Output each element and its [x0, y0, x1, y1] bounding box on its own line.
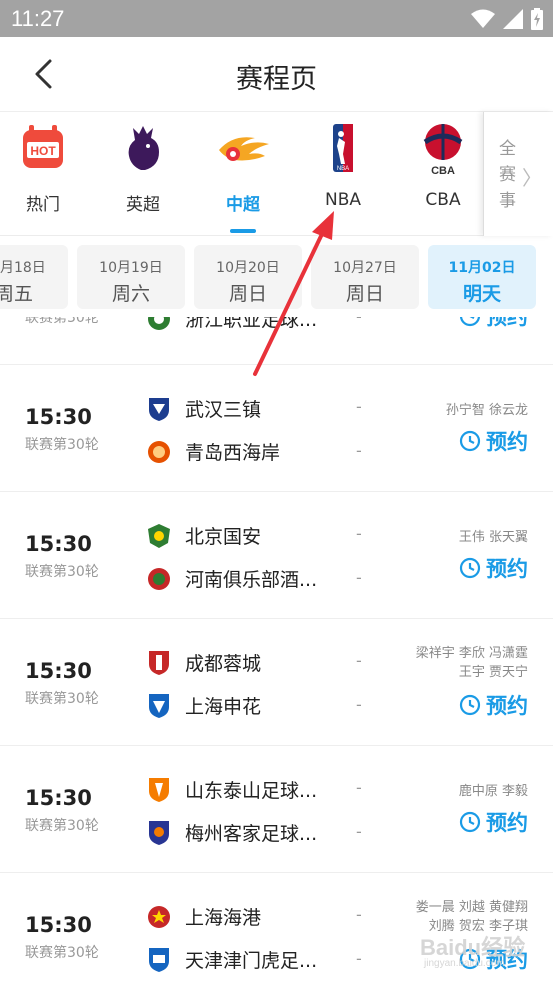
match-list: 联赛第30轮 浙江职业足球... - 预约 15:30 联赛第30轮 武汉三镇 …: [0, 317, 553, 984]
signal-icon: [503, 9, 523, 29]
tab-label: 英超: [126, 195, 160, 215]
match-time: 15:30: [25, 532, 92, 556]
match-row[interactable]: 15:30 联赛第30轮 山东泰山足球... 梅州客家足球... - - 鹿中原…: [0, 747, 553, 873]
premier-league-icon: [128, 126, 159, 170]
hot-icon: HOT: [23, 125, 63, 168]
date-item-selected[interactable]: 11月02日 明天: [428, 245, 536, 309]
tab-label: NBA: [324, 190, 361, 210]
date-item[interactable]: 10月27日 周日: [311, 245, 419, 309]
all-events-button[interactable]: 全赛事 〉: [483, 112, 553, 236]
book-button[interactable]: 预约: [459, 427, 528, 455]
match-time: 15:30: [25, 786, 92, 810]
date-item[interactable]: 10月20日 周日: [194, 245, 302, 309]
match-row[interactable]: 15:30 联赛第30轮 成都蓉城 上海申花 - - 梁祥宇 李欣 冯潇霆 王宇…: [0, 620, 553, 746]
top-nav: 赛程页: [0, 37, 553, 112]
svg-text:CBA: CBA: [431, 165, 455, 176]
status-icons: [471, 8, 543, 30]
referees: 王伟 张天翼: [458, 530, 528, 545]
tab-premier-league[interactable]: 英超: [93, 112, 193, 236]
match-time: 15:30: [25, 659, 92, 683]
team-logo-icon: [148, 568, 170, 590]
book-button[interactable]: 预约: [459, 554, 528, 582]
match-round: 联赛第30轮: [25, 691, 99, 707]
team-logo-icon: [149, 694, 169, 718]
clock-icon: [459, 694, 481, 716]
svg-text:NBA: NBA: [337, 166, 349, 172]
book-button[interactable]: 预约: [459, 691, 528, 719]
match-round: 联赛第30轮: [25, 564, 99, 580]
date-selector: 10月18日 周五 10月19日 周六 10月20日 周日 10月27日 周日 …: [0, 237, 553, 317]
book-button[interactable]: 预约: [459, 808, 528, 836]
tab-csl[interactable]: 中超: [193, 112, 293, 236]
match-time: 15:30: [25, 405, 92, 429]
clock-icon: [459, 811, 481, 833]
clock-icon: [459, 317, 481, 327]
match-time: 15:30: [25, 913, 92, 937]
clock-icon: [459, 430, 481, 452]
team-logo-icon: [149, 948, 169, 972]
team-logo-icon: [148, 524, 170, 548]
referees: 孙宁智 徐云龙: [445, 403, 528, 418]
chevron-right-icon: 〉: [522, 166, 542, 190]
team-logo-icon: [149, 778, 169, 802]
match-row[interactable]: 15:30 联赛第30轮 北京国安 河南俱乐部酒... - - 王伟 张天翼 预…: [0, 493, 553, 619]
match-round: 联赛第30轮: [25, 818, 99, 834]
clock-icon: [459, 557, 481, 579]
battery-icon: [531, 8, 543, 30]
csl-icon: [219, 137, 269, 161]
team-logo-icon: [149, 821, 169, 845]
match-round: 联赛第30轮: [25, 437, 99, 453]
team-logo-icon: [149, 398, 169, 421]
book-button[interactable]: 预约: [459, 317, 528, 330]
league-tabs: HOT 热门 英超 中超 NBA NBA CBA CBA 全赛事 〉: [0, 112, 553, 236]
nba-icon: NBA: [333, 124, 353, 172]
referees: 鹿中原 李毅: [458, 784, 528, 799]
status-time: 11:27: [11, 6, 65, 31]
tab-label: 热门: [26, 195, 60, 215]
svg-text:HOT: HOT: [30, 144, 56, 158]
status-bar: 11:27: [0, 0, 553, 37]
team-logo-icon: [149, 651, 169, 675]
match-row[interactable]: 联赛第30轮 浙江职业足球... - 预约: [0, 317, 553, 365]
page-title: 赛程页: [236, 64, 317, 95]
date-item[interactable]: 10月18日 周五: [0, 245, 68, 309]
match-round: 联赛第30轮: [25, 945, 99, 961]
tab-hot[interactable]: HOT 热门: [0, 112, 93, 236]
watermark-sub: jingyan.baidu.com: [424, 958, 505, 969]
all-events-label: 全赛事: [499, 139, 516, 211]
tab-cba[interactable]: CBA CBA: [393, 112, 493, 236]
referees: 梁祥宇 李欣 冯潇霆 王宇 贾天宁: [415, 646, 528, 680]
active-tab-indicator: [230, 229, 256, 233]
tab-label: 中超: [226, 195, 260, 215]
cba-icon: CBA: [423, 124, 463, 176]
match-row[interactable]: 15:30 联赛第30轮 武汉三镇 青岛西海岸 - - 孙宁智 徐云龙 预约: [0, 366, 553, 492]
wifi-icon: [471, 9, 495, 28]
tab-label: CBA: [425, 190, 461, 210]
team-logo-icon: [148, 906, 170, 928]
tab-nba[interactable]: NBA NBA: [293, 112, 393, 236]
team-logo-icon: [148, 441, 170, 463]
date-item[interactable]: 10月19日 周六: [77, 245, 185, 309]
team-logo-icon: [148, 317, 170, 330]
